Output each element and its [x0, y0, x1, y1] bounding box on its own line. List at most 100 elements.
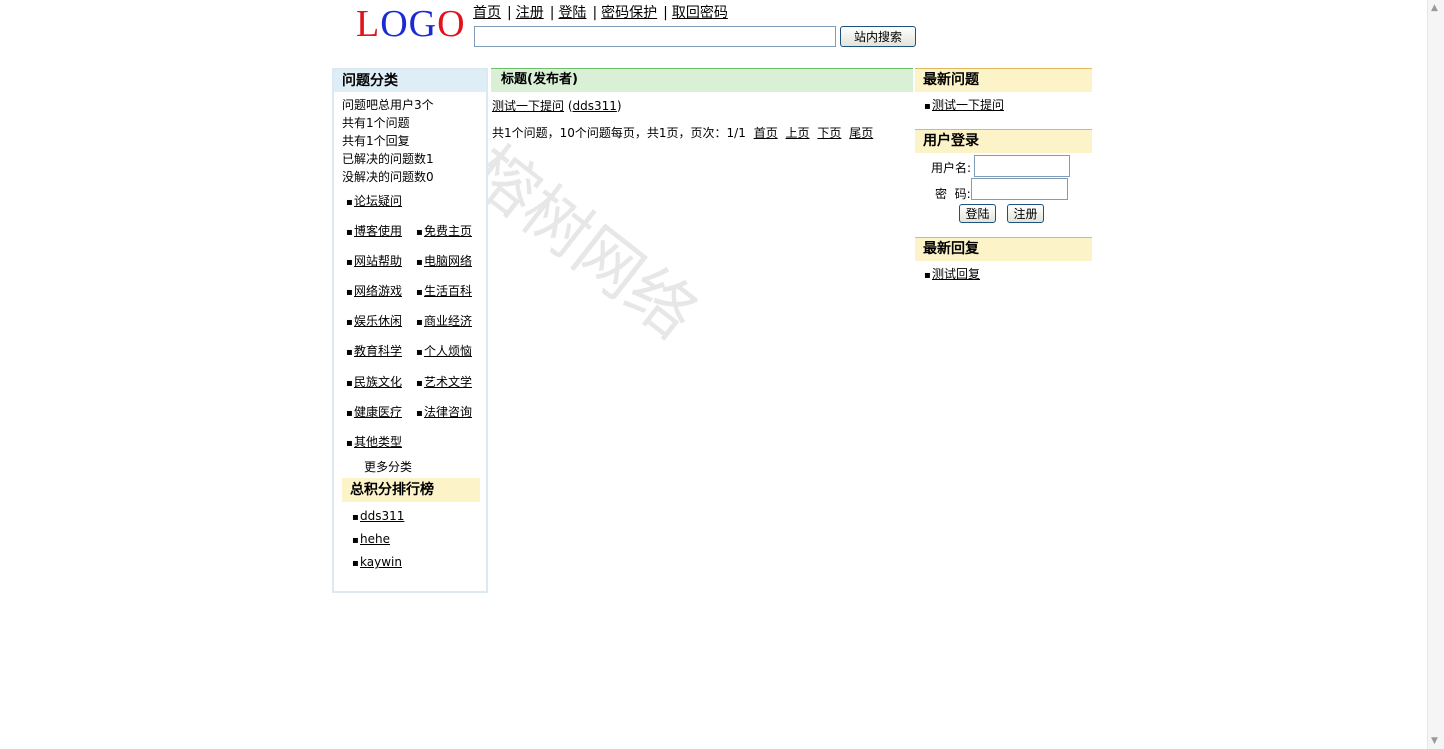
latest-questions-title: 最新问题 [915, 68, 1092, 92]
category-link[interactable]: 娱乐休闲 [354, 314, 402, 328]
bullet-icon: ▪ [924, 101, 931, 112]
nav-separator: | [592, 5, 598, 21]
bullet-icon: ▪ [924, 270, 931, 281]
category-link[interactable]: 教育科学 [354, 344, 402, 358]
question-title-link[interactable]: 测试一下提问 [492, 99, 564, 113]
rank-item: ▪hehe [352, 531, 390, 547]
bullet-icon: ▪ [346, 438, 353, 449]
bullet-icon: ▪ [416, 317, 423, 328]
question-row: 测试一下提问 (dds311) [492, 99, 622, 113]
stats-list: 问题吧总用户3个 共有1个问题 共有1个回复 已解决的问题数1 没解决的问题数0 [334, 92, 486, 186]
category-row: ▪民族文化 ▪艺术文学 [346, 374, 486, 390]
category-link[interactable]: 博客使用 [354, 224, 402, 238]
category-link[interactable]: 法律咨询 [424, 405, 472, 419]
category-link[interactable]: 个人烦恼 [424, 344, 472, 358]
category-link[interactable]: 艺术文学 [424, 375, 472, 389]
stat-total-replies: 共有1个回复 [342, 134, 410, 148]
password-label: 密 码: [935, 187, 971, 201]
bullet-icon: ▪ [346, 227, 353, 238]
scroll-down-arrow-icon[interactable]: ▼ [1431, 736, 1438, 746]
category-link[interactable]: 其他类型 [354, 435, 402, 449]
nav-link-login[interactable]: 登陆 [558, 5, 586, 21]
category-link[interactable]: 健康医疗 [354, 405, 402, 419]
category-link[interactable]: 电脑网络 [424, 254, 472, 268]
category-row: ▪网络游戏 ▪生活百科 [346, 283, 486, 299]
rank-item: ▪kaywin [352, 554, 402, 570]
bullet-icon: ▪ [346, 317, 353, 328]
bullet-icon: ▪ [416, 257, 423, 268]
pagination: 共1个问题，10个问题每页，共1页，页次：1/1 首页 上页 下页 尾页 [492, 125, 873, 141]
bullet-icon: ▪ [346, 257, 353, 268]
logo-char: L [356, 3, 381, 45]
page-last-link[interactable]: 尾页 [849, 126, 873, 140]
category-panel: 问题分类 问题吧总用户3个 共有1个问题 共有1个回复 已解决的问题数1 没解决… [332, 68, 488, 593]
search-input[interactable] [474, 26, 836, 47]
register-button[interactable]: 注册 [1007, 204, 1044, 223]
bullet-icon: ▪ [346, 408, 353, 419]
stat-unsolved: 没解决的问题数0 [342, 170, 434, 184]
rank-user-link[interactable]: dds311 [360, 509, 404, 523]
bullet-icon: ▪ [416, 408, 423, 419]
category-row: ▪娱乐休闲 ▪商业经济 [346, 313, 486, 329]
stat-total-questions: 共有1个问题 [342, 116, 410, 130]
category-link[interactable]: 论坛疑问 [354, 194, 402, 208]
category-row: ▪健康医疗 ▪法律咨询 [346, 404, 486, 420]
bullet-icon: ▪ [346, 287, 353, 298]
more-categories-link[interactable]: 更多分类 [364, 458, 412, 475]
category-link[interactable]: 商业经济 [424, 314, 472, 328]
scroll-up-arrow-icon[interactable]: ▲ [1431, 3, 1438, 13]
bullet-icon: ▪ [416, 287, 423, 298]
latest-question-link[interactable]: 测试一下提问 [932, 98, 1004, 112]
bullet-icon: ▪ [416, 378, 423, 389]
category-row: ▪博客使用 ▪免费主页 [346, 223, 486, 239]
category-row: ▪网站帮助 ▪电脑网络 [346, 253, 486, 269]
nav-separator: | [663, 5, 668, 21]
category-link[interactable]: 生活百科 [424, 284, 472, 298]
stat-solved: 已解决的问题数1 [342, 152, 434, 166]
rank-item: ▪dds311 [352, 508, 404, 524]
nav-link-retrieve-password[interactable]: 取回密码 [672, 5, 728, 21]
question-list-header: 标题(发布者) [491, 68, 913, 92]
category-link[interactable]: 网站帮助 [354, 254, 402, 268]
pagination-summary: 共1个问题，10个问题每页，共1页，页次：1/1 [492, 126, 746, 140]
page-next-link[interactable]: 下页 [817, 126, 841, 140]
category-panel-title: 问题分类 [334, 68, 486, 92]
category-row: ▪论坛疑问 [346, 193, 416, 209]
rank-user-link[interactable]: hehe [360, 532, 390, 546]
nav-link-home[interactable]: 首页 [473, 5, 501, 21]
bullet-icon: ▪ [352, 512, 359, 523]
bullet-icon: ▪ [416, 347, 423, 358]
bullet-icon: ▪ [346, 197, 353, 208]
latest-question-item: ▪测试一下提问 [924, 97, 1004, 115]
bullet-icon: ▪ [352, 558, 359, 569]
category-link[interactable]: 免费主页 [424, 224, 472, 238]
password-input[interactable] [971, 178, 1068, 200]
nav-separator: | [507, 5, 512, 21]
latest-reply-item: ▪测试回复 [924, 266, 980, 284]
category-row: ▪教育科学 ▪个人烦恼 [346, 343, 486, 359]
nav-link-register[interactable]: 注册 [516, 5, 544, 21]
logo-char: O [380, 3, 409, 45]
bullet-icon: ▪ [346, 347, 353, 358]
username-input[interactable] [974, 155, 1070, 177]
latest-reply-link[interactable]: 测试回复 [932, 267, 980, 281]
nav-separator: | [549, 5, 555, 21]
nav-link-password-protect[interactable]: 密码保护 [601, 5, 657, 21]
login-button[interactable]: 登陆 [959, 204, 996, 223]
bullet-icon: ▪ [352, 535, 359, 546]
category-link[interactable]: 网络游戏 [354, 284, 402, 298]
page-prev-link[interactable]: 上页 [786, 126, 810, 140]
login-title: 用户登录 [915, 129, 1092, 153]
category-row: ▪其他类型 [346, 434, 416, 450]
question-author-link[interactable]: dds311 [573, 99, 617, 113]
top-nav: 首页 | 注册 | 登陆 | 密码保护 | 取回密码 [473, 4, 728, 22]
page-first-link[interactable]: 首页 [754, 126, 778, 140]
site-search-button[interactable]: 站内搜索 [840, 26, 916, 47]
page-scrollbar[interactable]: ▲ ▼ [1427, 0, 1444, 749]
username-label: 用户名: [931, 161, 972, 175]
stat-total-users: 问题吧总用户3个 [342, 98, 434, 112]
rank-user-link[interactable]: kaywin [360, 555, 402, 569]
bullet-icon: ▪ [346, 378, 353, 389]
category-link[interactable]: 民族文化 [354, 375, 402, 389]
site-logo: LOGO [356, 4, 466, 44]
